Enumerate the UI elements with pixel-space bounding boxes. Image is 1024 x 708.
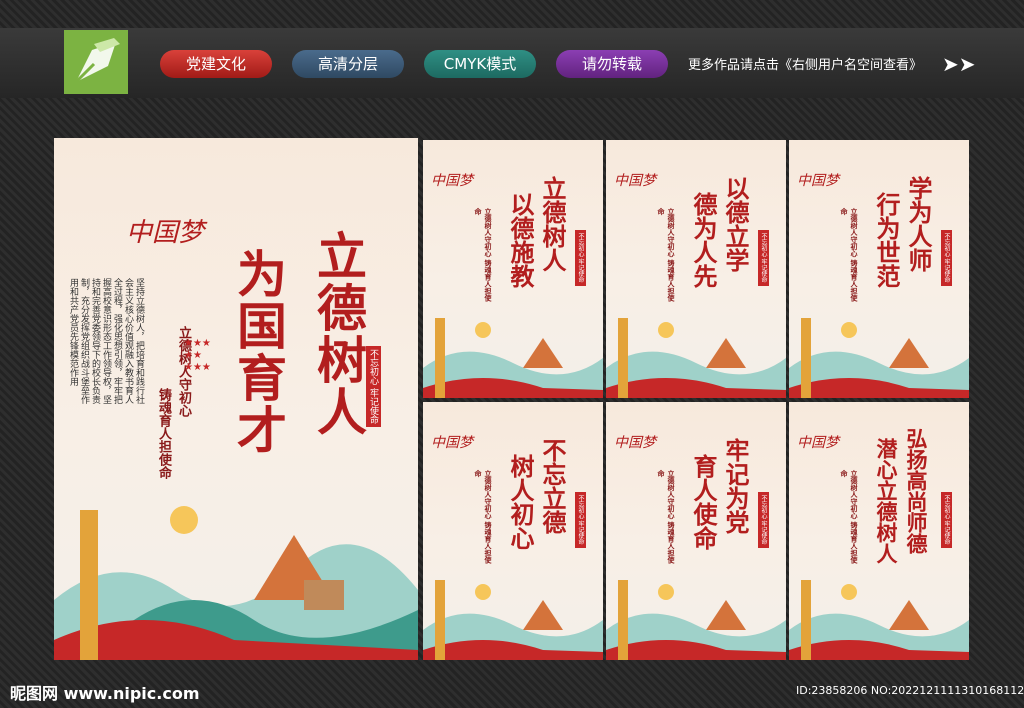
china-dream-logo-icon: 中国梦 [797,435,839,451]
china-dream-logo-icon: 中国梦 [614,173,656,189]
body-paragraph: 坚持立德树人，把培育和践行社会主义核心价值观融入教书育人全过程，强化思想引领，牢… [68,278,144,404]
small-motto: 立德树人守初心 铸魂育人担使命 [840,208,859,302]
tag-party-culture[interactable]: 党建文化 [160,50,272,78]
small-title-col1: 以德立学 [721,176,750,272]
site-watermark: 昵图网 www.nipic.com [10,684,200,703]
landscape-illustration [606,318,786,398]
small-title-col2: 德为人先 [689,192,718,288]
red-seal-box: 不忘初心 牢记使命 [758,492,769,548]
small-motto: 立德树人守初心 铸魂育人担使命 [840,470,859,564]
tag-no-repost[interactable]: 请勿转载 [556,50,668,78]
small-motto: 立德树人守初心 铸魂育人担使命 [474,470,493,564]
small-poster-6: 中国梦 弘扬高尚师德 潜心立德树人 立德树人守初心 铸魂育人担使命 不忘初心 牢… [789,402,969,660]
small-poster-4: 中国梦 不忘立德 树人初心 立德树人守初心 铸魂育人担使命 不忘初心 牢记使命 [423,402,603,660]
china-dream-logo-icon: 中国梦 [431,435,473,451]
small-title-col2: 育人使命 [689,454,718,550]
small-title-col2: 行为世范 [872,192,901,288]
small-poster-1: 中国梦 立德树人 以德施教 立德树人守初心 铸魂育人担使命 不忘初心 牢记使命 [423,140,603,398]
red-seal-box: 不忘初心 牢记使命 [758,230,769,286]
small-motto: 立德树人守初心 铸魂育人担使命 [474,208,493,302]
red-seal-box: 不忘初心 牢记使命 [941,230,952,286]
red-seal-box: 不忘初心 牢记使命 [575,492,586,548]
red-seal-box: 不忘初心 牢记使命 [366,346,381,427]
main-title-col2: 为国育才 [229,248,288,456]
main-poster: 中国梦 立德树人 为国育才 立德树人守初心 铸魂育人担使命 ★★★ ★★ ★★★ 不… [54,138,418,660]
red-seal-box: 不忘初心 牢记使命 [575,230,586,286]
red-seal-box: 不忘初心 牢记使命 [941,492,952,548]
china-dream-logo-icon: 中国梦 [126,218,205,248]
landscape-illustration [789,318,969,398]
small-poster-5: 中国梦 牢记为党 育人使命 立德树人守初心 铸魂育人担使命 不忘初心 牢记使命 [606,402,786,660]
small-title-col1: 立德树人 [538,176,567,272]
small-title-col1: 学为人师 [904,176,933,272]
small-poster-2: 中国梦 以德立学 德为人先 立德树人守初心 铸魂育人担使命 不忘初心 牢记使命 [606,140,786,398]
landscape-illustration [423,580,603,660]
small-motto: 立德树人守初心 铸魂育人担使命 [657,470,676,564]
china-dream-logo-icon: 中国梦 [614,435,656,451]
small-title-col1: 不忘立德 [538,438,567,534]
landscape-illustration [423,318,603,398]
small-title-col1: 弘扬高尚师德 [904,428,929,554]
tag-hd-layers[interactable]: 高清分层 [292,50,404,78]
motto-b: 铸魂育人担使命 [156,388,171,479]
double-chevron-right-icon[interactable]: ➤➤ [942,52,976,76]
small-title-col1: 牢记为党 [721,438,750,534]
small-title-col2: 潜心立德树人 [874,438,899,564]
china-dream-logo-icon: 中国梦 [431,173,473,189]
china-dream-logo-icon: 中国梦 [797,173,839,189]
small-title-col2: 树人初心 [506,454,535,550]
landscape-illustration [54,506,418,660]
small-motto: 立德树人守初心 铸魂育人担使命 [657,208,676,302]
stars-icon: ★★★ ★★ ★★★ [184,338,211,373]
landscape-illustration [606,580,786,660]
main-title-col1: 立德树人 [309,230,368,438]
image-id-watermark: ID:23858206 NO:20221211113101681127 [796,684,1024,697]
small-title-col2: 以德施教 [506,192,535,288]
small-poster-3: 中国梦 学为人师 行为世范 立德树人守初心 铸魂育人担使命 不忘初心 牢记使命 [789,140,969,398]
pen-logo-icon [64,30,128,94]
more-works-link[interactable]: 更多作品请点击《右侧用户名空间查看》 [688,54,922,73]
tag-cmyk[interactable]: CMYK模式 [424,50,536,78]
landscape-illustration [789,580,969,660]
